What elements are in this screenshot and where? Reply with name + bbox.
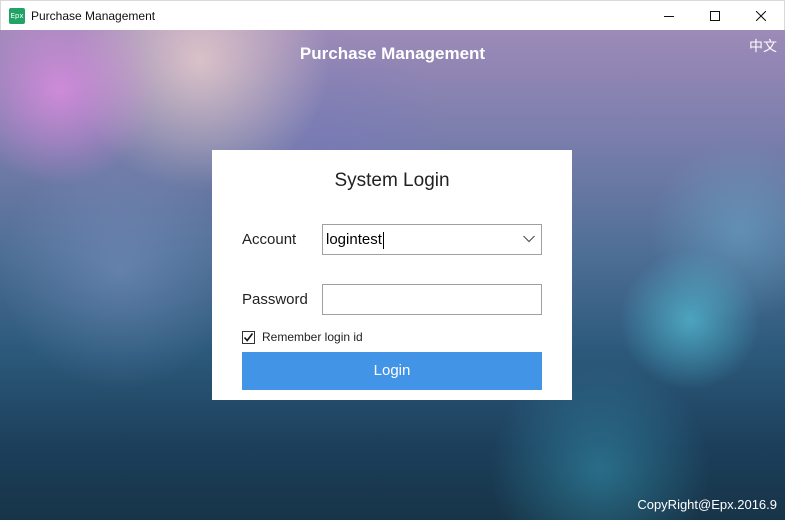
checkmark-icon [243, 332, 254, 342]
password-label: Password [242, 291, 308, 308]
language-toggle[interactable]: 中文 [749, 36, 777, 56]
remember-login-row[interactable]: Remember login id [242, 330, 363, 344]
app-icon: Epx [9, 7, 25, 24]
window-title: Purchase Management [31, 8, 156, 23]
maximize-icon [710, 11, 720, 21]
login-panel: System Login Account logintest Password … [212, 150, 572, 400]
window-controls [646, 1, 784, 31]
page-title: Purchase Management [299, 44, 486, 63]
account-combobox[interactable]: logintest [322, 224, 542, 255]
maximize-button[interactable] [692, 1, 738, 31]
close-icon [756, 11, 766, 21]
remember-checkbox[interactable] [242, 330, 255, 344]
copyright-text: CopyRight@Epx.2016.9 [637, 497, 777, 512]
login-button[interactable]: Login [242, 352, 542, 390]
login-background: Purchase Management 中文 System Login Acco… [0, 30, 785, 520]
chevron-down-icon[interactable] [523, 235, 535, 243]
account-value: logintest [326, 231, 382, 248]
minimize-button[interactable] [646, 1, 692, 31]
login-title: System Login [334, 170, 450, 191]
close-button[interactable] [738, 1, 784, 31]
password-field[interactable] [322, 284, 542, 315]
window-titlebar: Epx Purchase Management [0, 0, 785, 30]
remember-label: Remember login id [262, 330, 363, 344]
account-label: Account [242, 231, 297, 248]
minimize-icon [664, 16, 674, 17]
